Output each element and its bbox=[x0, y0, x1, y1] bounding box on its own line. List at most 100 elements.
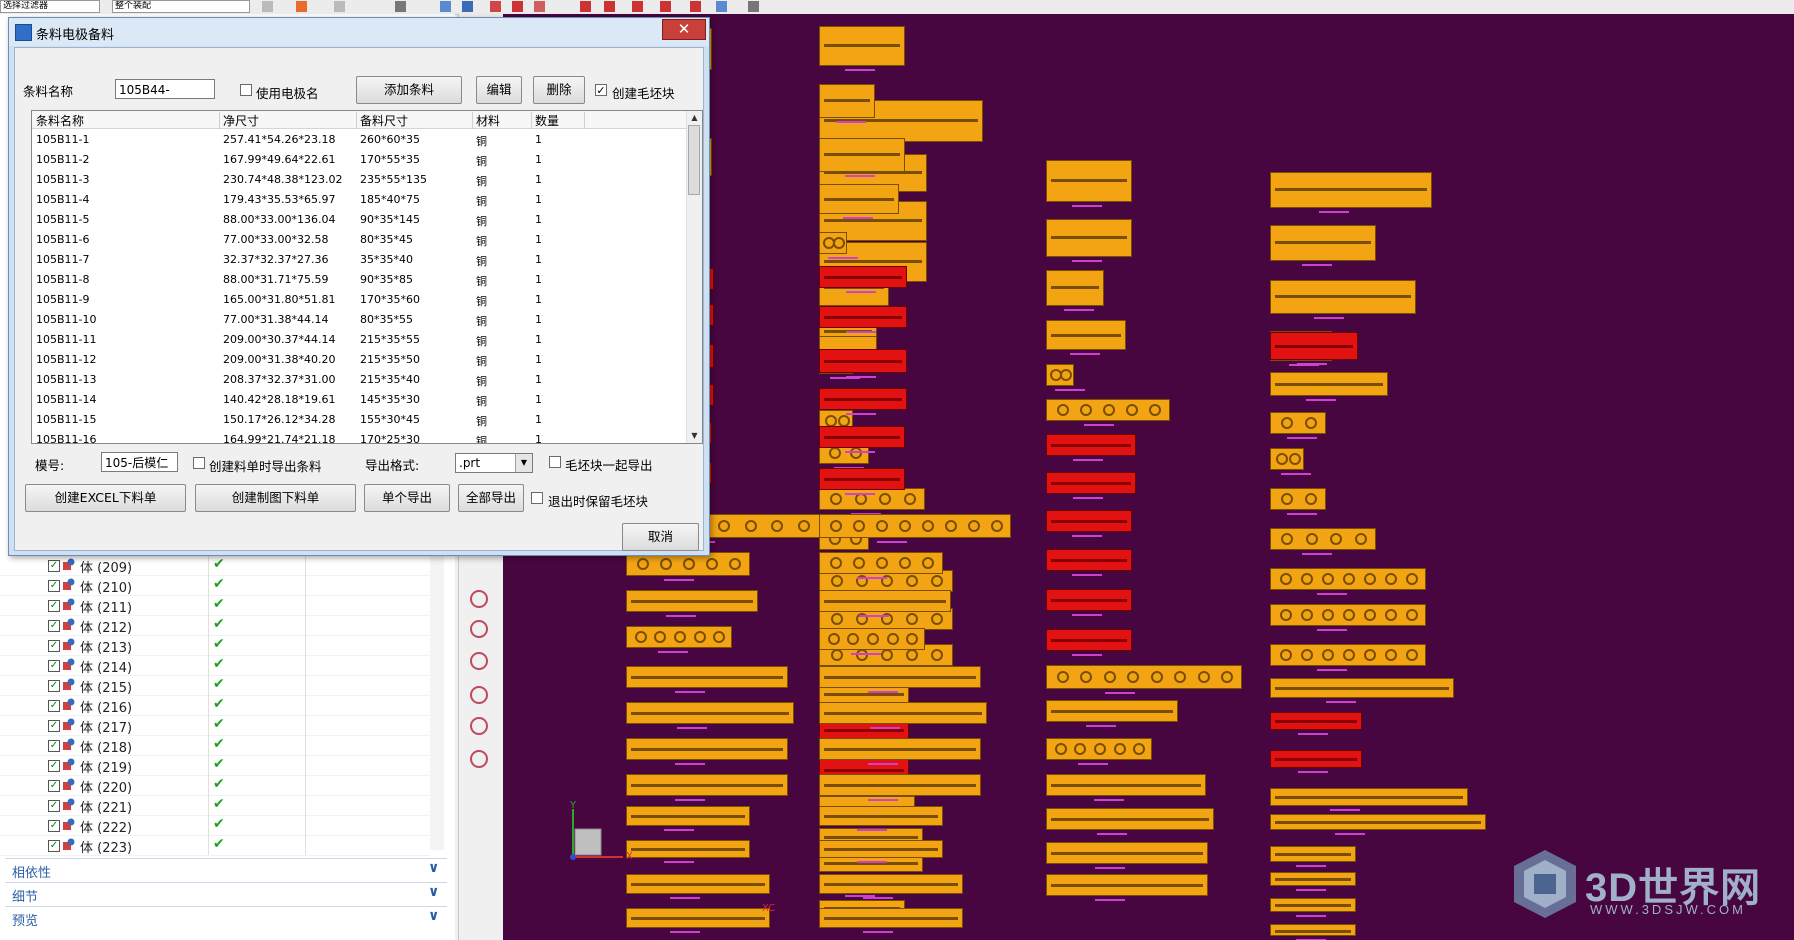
column-header[interactable]: 数量 bbox=[535, 112, 559, 129]
export-all-button[interactable]: 全部导出 bbox=[458, 484, 524, 512]
export-format-select[interactable]: .prt ▼ bbox=[455, 453, 533, 473]
electrode-blank-block[interactable] bbox=[1046, 808, 1214, 835]
panel-details[interactable]: 细节 ∨ bbox=[5, 882, 447, 905]
table-row[interactable]: 105B11-13 208.37*32.37*31.00 215*35*40 铜 1 bbox=[32, 369, 688, 389]
electrode-blank-block[interactable] bbox=[626, 590, 758, 617]
electrode-blank-block[interactable] bbox=[1270, 750, 1362, 773]
visibility-checkbox[interactable]: ✓ bbox=[48, 580, 60, 592]
toolbar-icon[interactable] bbox=[534, 1, 545, 12]
electrode-blank-block[interactable] bbox=[626, 874, 770, 899]
table-row[interactable]: 105B11-8 88.00*31.71*75.59 90*35*85 铜 1 bbox=[32, 269, 688, 289]
close-button[interactable]: ✕ bbox=[662, 19, 706, 40]
visibility-checkbox[interactable]: ✓ bbox=[48, 560, 60, 572]
toolbar-icon[interactable] bbox=[512, 1, 523, 12]
edit-button[interactable]: 编辑 bbox=[476, 76, 522, 104]
scroll-down-icon[interactable]: ▼ bbox=[687, 429, 702, 443]
toolbar-icon[interactable] bbox=[604, 1, 615, 12]
selection-filter-combo[interactable]: 选择过滤器 bbox=[0, 0, 100, 13]
table-row[interactable]: 105B11-9 165.00*31.80*51.81 170*35*60 铜 1 bbox=[32, 289, 688, 309]
scope-combo[interactable]: 整个装配 bbox=[112, 0, 250, 13]
table-row[interactable]: 105B11-11 209.00*30.37*44.14 215*35*55 铜 1 bbox=[32, 329, 688, 349]
table-row[interactable]: 105B11-15 150.17*26.12*34.28 155*30*45 铜 1 bbox=[32, 409, 688, 429]
tree-item[interactable]: ✓ 体 (212) ✔ bbox=[0, 615, 430, 636]
electrode-blank-block[interactable] bbox=[819, 874, 963, 899]
toolbar-icon[interactable] bbox=[440, 1, 451, 12]
table-row[interactable]: 105B11-3 230.74*48.38*123.02 235*55*135 铜 1 bbox=[32, 169, 688, 189]
tree-item[interactable]: ✓ 体 (222) ✔ bbox=[0, 815, 430, 836]
toolbar-icon[interactable] bbox=[716, 1, 727, 12]
electrode-blank-block[interactable] bbox=[626, 806, 750, 831]
cancel-button[interactable]: 取消 bbox=[622, 523, 699, 551]
electrode-blank-block[interactable] bbox=[1046, 472, 1136, 499]
tree-item[interactable]: ✓ 体 (216) ✔ bbox=[0, 695, 430, 716]
electrode-blank-block[interactable] bbox=[1270, 814, 1486, 835]
table-row[interactable]: 105B11-7 32.37*32.37*27.36 35*35*40 铜 1 bbox=[32, 249, 688, 269]
toolbar-icon[interactable] bbox=[660, 1, 671, 12]
visibility-checkbox[interactable]: ✓ bbox=[48, 780, 60, 792]
toolbar-icon[interactable] bbox=[632, 1, 643, 12]
electrode-blank-block[interactable] bbox=[1046, 629, 1132, 656]
visibility-checkbox[interactable]: ✓ bbox=[48, 720, 60, 732]
table-row[interactable]: 105B11-12 209.00*31.38*40.20 215*35*50 铜 1 bbox=[32, 349, 688, 369]
circle-tool-icon[interactable] bbox=[470, 686, 488, 704]
electrode-blank-block[interactable] bbox=[819, 628, 925, 655]
tree-item[interactable]: ✓ 体 (218) ✔ bbox=[0, 735, 430, 756]
visibility-checkbox[interactable]: ✓ bbox=[48, 660, 60, 672]
electrode-blank-block[interactable] bbox=[819, 908, 963, 933]
scroll-up-icon[interactable]: ▲ bbox=[687, 111, 702, 125]
electrode-blank-block[interactable] bbox=[1270, 488, 1326, 515]
electrode-blank-block[interactable] bbox=[1270, 280, 1416, 319]
visibility-checkbox[interactable]: ✓ bbox=[48, 820, 60, 832]
circle-tool-icon[interactable] bbox=[470, 620, 488, 638]
column-header[interactable]: 材料 bbox=[476, 112, 500, 129]
electrode-blank-block[interactable] bbox=[819, 488, 925, 515]
electrode-blank-block[interactable] bbox=[1270, 712, 1362, 735]
circle-tool-icon[interactable] bbox=[470, 717, 488, 735]
electrode-blank-block[interactable] bbox=[1046, 589, 1132, 616]
electrode-blank-block[interactable] bbox=[1270, 872, 1356, 891]
electrode-blank-block[interactable] bbox=[626, 840, 750, 863]
electrode-blank-block[interactable] bbox=[1046, 434, 1136, 461]
electrode-blank-block[interactable] bbox=[819, 514, 1011, 543]
electrode-blank-block[interactable] bbox=[819, 388, 907, 415]
electrode-blank-block[interactable] bbox=[1270, 788, 1468, 811]
electrode-blank-block[interactable] bbox=[1046, 219, 1132, 262]
tree-item[interactable]: ✓ 体 (214) ✔ bbox=[0, 655, 430, 676]
electrode-blank-block[interactable] bbox=[819, 349, 907, 378]
mold-input[interactable]: 105-后模仁 bbox=[101, 452, 178, 472]
electrode-blank-block[interactable] bbox=[1046, 399, 1170, 426]
toolbar-icon[interactable] bbox=[748, 1, 759, 12]
circle-tool-icon[interactable] bbox=[470, 590, 488, 608]
electrode-blank-block[interactable] bbox=[626, 626, 732, 653]
tree-item[interactable]: ✓ 体 (213) ✔ bbox=[0, 635, 430, 656]
electrode-blank-block[interactable] bbox=[1046, 700, 1178, 727]
electrode-blank-block[interactable] bbox=[1046, 549, 1132, 576]
visibility-checkbox[interactable]: ✓ bbox=[48, 600, 60, 612]
toolbar-icon[interactable] bbox=[462, 1, 473, 12]
electrode-blank-block[interactable] bbox=[1270, 448, 1311, 475]
electrode-blank-block[interactable] bbox=[1046, 510, 1132, 537]
table-row[interactable]: 105B11-4 179.43*35.53*65.97 185*40*75 铜 1 bbox=[32, 189, 688, 209]
electrode-blank-block[interactable] bbox=[819, 738, 981, 765]
visibility-checkbox[interactable]: ✓ bbox=[48, 840, 60, 852]
electrode-blank-block[interactable] bbox=[819, 666, 981, 693]
visibility-checkbox[interactable]: ✓ bbox=[48, 740, 60, 752]
delete-button[interactable]: 删除 bbox=[533, 76, 585, 104]
electrode-blank-block[interactable] bbox=[1270, 528, 1376, 555]
electrode-blank-block[interactable] bbox=[626, 666, 788, 693]
tree-item[interactable]: ✓ 体 (209) ✔ bbox=[0, 555, 430, 576]
toolbar-icon[interactable] bbox=[262, 1, 273, 12]
add-bar-button[interactable]: 添加条料 bbox=[356, 76, 462, 104]
electrode-blank-block[interactable] bbox=[819, 84, 875, 123]
electrode-blank-block[interactable] bbox=[626, 908, 770, 933]
electrode-blank-block[interactable] bbox=[819, 184, 899, 219]
electrode-blank-block[interactable] bbox=[1270, 225, 1376, 266]
table-row[interactable]: 105B11-6 77.00*33.00*32.58 80*35*45 铜 1 bbox=[32, 229, 688, 249]
chevron-down-icon[interactable]: ▼ bbox=[515, 454, 532, 472]
circle-tool-icon[interactable] bbox=[470, 750, 488, 768]
electrode-blank-block[interactable] bbox=[626, 738, 788, 765]
tree-item[interactable]: ✓ 体 (211) ✔ bbox=[0, 595, 430, 616]
electrode-blank-block[interactable] bbox=[1270, 372, 1388, 401]
toolbar-icon[interactable] bbox=[296, 1, 307, 12]
table-row[interactable]: 105B11-5 88.00*33.00*136.04 90*35*145 铜 1 bbox=[32, 209, 688, 229]
